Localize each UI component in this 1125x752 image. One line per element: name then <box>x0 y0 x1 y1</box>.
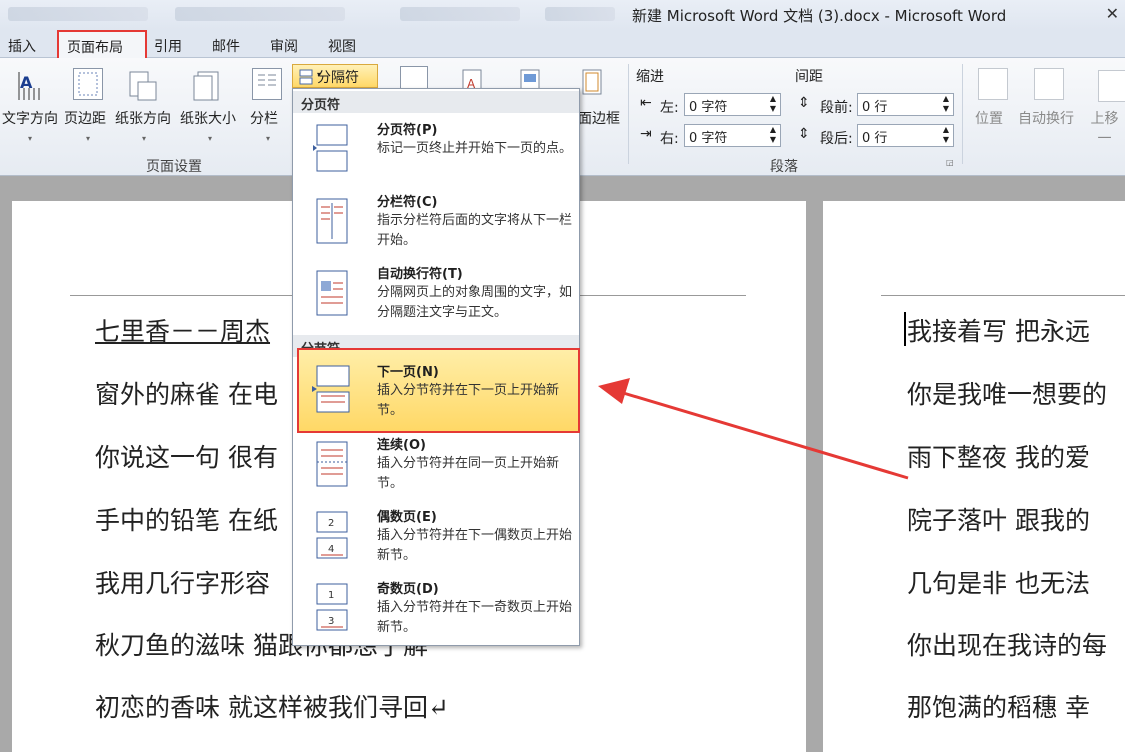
doc-line: 初恋的香味 就这样被我们寻回↵ <box>95 693 449 722</box>
spinner-arrows-icon[interactable]: ▲ ▼ <box>943 125 949 145</box>
wrap-text-button[interactable]: 自动换行 <box>1018 108 1074 128</box>
orientation-button[interactable]: 纸张方向 <box>115 108 171 128</box>
even-page-icon: 24 <box>316 511 348 559</box>
doc-line: 你出现在我诗的每 <box>907 631 1108 660</box>
doc-line: 院子落叶 跟我的 <box>907 506 1090 535</box>
tab-review[interactable]: 审阅 <box>270 36 298 56</box>
spinner-arrows-icon[interactable]: ▲ ▼ <box>943 94 949 114</box>
tab-page-layout[interactable]: 页面布局 <box>57 30 147 59</box>
margins-button[interactable]: 页边距 <box>64 108 106 128</box>
indent-right-field[interactable]: 0 字符 ▲ ▼ <box>684 124 781 147</box>
menu-item-next-page[interactable]: 下一页(N) 插入分节符并在下一页上开始新节。 <box>297 348 580 433</box>
close-icon[interactable]: ✕ <box>1106 4 1119 23</box>
chevron-down-icon: ▾ <box>28 134 33 143</box>
doc-line: 窗外的麻雀 在电 <box>95 380 278 409</box>
blurred-tab <box>545 7 615 21</box>
dialog-launcher-icon[interactable]: ◲ <box>946 158 954 167</box>
group-divider <box>628 64 629 164</box>
doc-line: 雨下整夜 我的爱 <box>907 443 1090 472</box>
spacing-before-label: 段前: <box>820 100 853 116</box>
spacing-label: 间距 <box>795 69 823 85</box>
margins-icon <box>73 68 103 100</box>
doc-line: 我接着写 把永远 <box>907 317 1090 346</box>
paragraph-group-label: 段落 <box>770 159 798 175</box>
menu-item-column-break[interactable]: 分栏符(C) 指示分栏符后面的文字将从下一栏开始。 <box>293 189 579 259</box>
spinner-arrows-icon[interactable]: ▲ ▼ <box>770 125 776 145</box>
menu-item-odd-page[interactable]: 13 奇数页(D) 插入分节符并在下一奇数页上开始新节。 <box>293 576 579 646</box>
tab-references[interactable]: 引用 <box>154 36 182 56</box>
doc-line: 手中的铅笔 在纸 <box>95 506 278 535</box>
menu-section-page-breaks: 分页符 <box>293 91 579 113</box>
indent-right-icon: ⇥ <box>640 126 652 142</box>
size-icon <box>192 70 222 102</box>
breaks-button[interactable]: 分隔符 ▾ <box>292 64 378 88</box>
page-break-icon <box>313 124 348 172</box>
svg-text:4: 4 <box>328 544 334 555</box>
spacing-after-label: 段后: <box>820 131 853 147</box>
header-line <box>881 295 1125 296</box>
ribbon-tabs: 插入 引用 邮件 审阅 视图 <box>0 30 1125 58</box>
svg-text:1: 1 <box>328 590 334 601</box>
blurred-tab <box>8 7 148 21</box>
breaks-icon <box>299 69 313 85</box>
doc-line: 你说这一句 很有 <box>95 443 278 472</box>
chevron-down-icon: ▾ <box>317 70 322 79</box>
wrap-text-icon <box>1034 68 1064 100</box>
page-borders-icon <box>580 68 610 100</box>
text-direction-button[interactable]: 文字方向 <box>2 108 58 128</box>
blurred-tab <box>175 7 345 21</box>
indent-left-label: 左: <box>660 100 679 116</box>
tab-insert[interactable]: 插入 <box>8 36 36 56</box>
svg-text:3: 3 <box>328 616 334 627</box>
columns-icon <box>252 68 282 100</box>
bring-forward-button[interactable]: 上移一 <box>1084 108 1125 148</box>
chevron-down-icon: ▾ <box>142 134 147 143</box>
text-wrapping-icon <box>316 270 348 316</box>
odd-page-icon: 13 <box>316 583 348 631</box>
doc-line: 你是我唯一想要的 <box>907 380 1108 409</box>
indent-left-icon: ⇤ <box>640 95 652 111</box>
chevron-down-icon: ▾ <box>266 134 271 143</box>
menu-item-text-wrapping-break[interactable]: 自动换行符(T) 分隔网页上的对象周围的文字，如分隔题注文字与正文。 <box>293 261 579 331</box>
columns-button[interactable]: 分栏 <box>250 108 278 128</box>
tab-view[interactable]: 视图 <box>328 36 356 56</box>
page-borders-button[interactable]: 面边框 <box>578 108 620 128</box>
menu-item-even-page[interactable]: 24 偶数页(E) 插入分节符并在下一偶数页上开始新节。 <box>293 504 579 574</box>
spacing-before-icon: ⇕ <box>798 95 810 111</box>
doc-line: 几句是非 也无法 <box>907 569 1090 598</box>
tab-mailings[interactable]: 邮件 <box>212 36 240 56</box>
orientation-icon <box>128 70 158 102</box>
spacing-after-icon: ⇕ <box>798 126 810 142</box>
svg-text:2: 2 <box>328 518 334 529</box>
position-button[interactable]: 位置 <box>975 108 1003 128</box>
doc-line: 七里香－－周杰 <box>95 317 271 346</box>
next-page-icon <box>312 365 350 413</box>
doc-line: 我用几行字形容 <box>95 569 271 598</box>
menu-item-page-break[interactable]: 分页符(P) 标记一页终止并开始下一页的点。 <box>293 117 579 187</box>
text-cursor <box>904 312 906 346</box>
column-break-icon <box>316 198 348 244</box>
svg-text:A: A <box>20 73 33 92</box>
spinner-arrows-icon[interactable]: ▲ ▼ <box>770 94 776 114</box>
chevron-down-icon: ▾ <box>86 134 91 143</box>
title-bar: 新建 Microsoft Word 文档 (3).docx - Microsof… <box>0 0 1125 30</box>
doc-line: 那饱满的稻穗 幸 <box>907 693 1090 722</box>
size-button[interactable]: 纸张大小 <box>180 108 236 128</box>
indent-right-label: 右: <box>660 131 679 147</box>
chevron-down-icon: ▾ <box>208 134 213 143</box>
blurred-tab <box>400 7 520 21</box>
bring-forward-icon <box>1098 70 1125 102</box>
page-setup-group-label: 页面设置 <box>146 159 202 175</box>
menu-item-continuous[interactable]: 连续(O) 插入分节符并在同一页上开始新节。 <box>293 432 579 502</box>
right-page-text: 我接着写 把永远 你是我唯一想要的 雨下整夜 我的爱 院子落叶 跟我的 几句是非… <box>904 312 1125 752</box>
indent-left-field[interactable]: 0 字符 ▲ ▼ <box>684 93 781 116</box>
continuous-icon <box>316 441 348 487</box>
text-direction-icon: A <box>16 68 46 100</box>
spacing-after-field[interactable]: 0 行 ▲ ▼ <box>857 124 954 147</box>
spacing-before-field[interactable]: 0 行 ▲ ▼ <box>857 93 954 116</box>
indent-label: 缩进 <box>636 69 664 85</box>
window-title: 新建 Microsoft Word 文档 (3).docx - Microsof… <box>632 7 1007 25</box>
group-divider <box>962 64 963 164</box>
position-icon <box>978 68 1008 100</box>
